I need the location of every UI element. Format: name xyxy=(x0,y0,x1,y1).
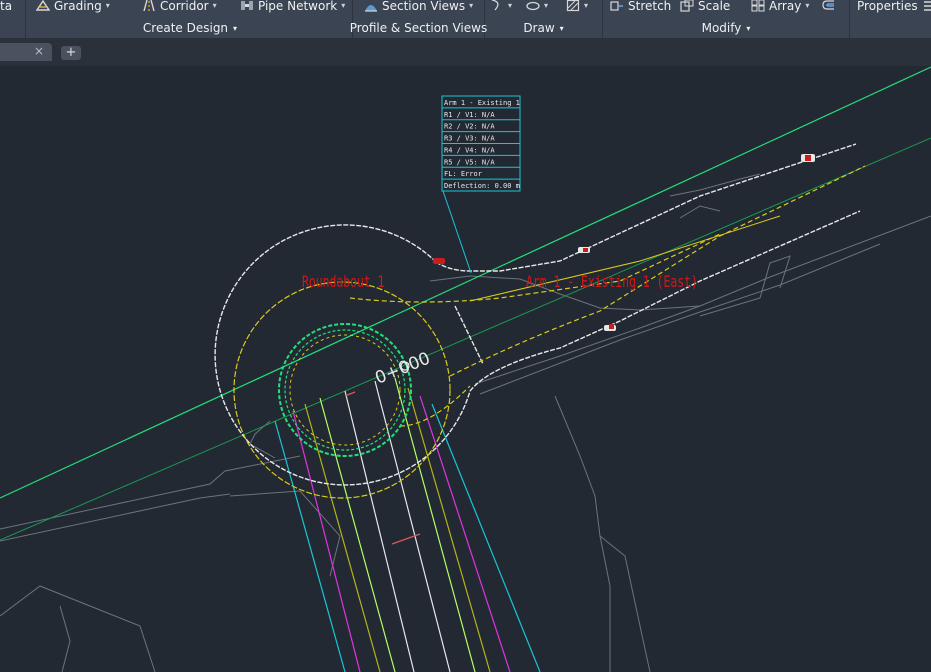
array-button[interactable]: Array ▾ xyxy=(751,0,809,14)
chevron-down-icon[interactable]: ▾ xyxy=(233,24,237,33)
section-views-button[interactable]: Section Views ▾ xyxy=(364,0,473,14)
offset-button[interactable] xyxy=(822,0,836,14)
label-table-row: R1 / V1: N/A xyxy=(444,111,495,119)
draw-polyline-tool[interactable]: ▾ xyxy=(490,0,512,14)
panel-profile-section-label: Profile & Section Views xyxy=(349,21,488,35)
label-table-row: R5 / V5: N/A xyxy=(444,158,495,166)
polyline-icon xyxy=(491,0,499,11)
label-leader-line xyxy=(441,187,472,274)
stretch-button[interactable]: Stretch xyxy=(610,0,671,14)
corridor-label: Corridor xyxy=(160,0,209,13)
pipe-network-label: Pipe Network xyxy=(258,0,338,13)
hatch-icon xyxy=(566,0,580,12)
pipe-network-button[interactable]: Pipe Network ▾ xyxy=(240,0,345,14)
label-table-row: R3 / V3: N/A xyxy=(444,135,495,143)
existing-gray-linework xyxy=(0,173,931,672)
array-label: Array xyxy=(769,0,802,13)
document-tab[interactable]: × xyxy=(0,43,52,61)
document-tab-bar: × + xyxy=(0,38,931,66)
chevron-down-icon[interactable]: ▾ xyxy=(560,24,564,33)
chevron-down-icon[interactable]: ▾ xyxy=(746,24,750,33)
label-table-row: Arm 1 - Existing 1 xyxy=(444,99,520,107)
label-table-row: FL: Error xyxy=(444,170,482,178)
properties-button[interactable]: Properties xyxy=(857,0,931,14)
chevron-down-icon[interactable]: ▾ xyxy=(213,1,217,10)
offset-icon xyxy=(822,0,834,10)
grading-button[interactable]: Grading ▾ xyxy=(36,0,110,14)
chevron-down-icon[interactable]: ▾ xyxy=(508,1,512,10)
scale-button[interactable]: Scale xyxy=(680,0,730,14)
ribbon-partial-button[interactable]: ta xyxy=(0,0,12,14)
corridor-icon xyxy=(143,0,155,12)
chevron-down-icon[interactable]: ▾ xyxy=(584,1,588,10)
panel-modify-label: Modify xyxy=(701,21,742,35)
chevron-down-icon[interactable]: ▾ xyxy=(544,1,548,10)
stretch-icon xyxy=(610,1,623,11)
arm-label-table[interactable]: Arm 1 - Existing 1 R1 / V1: N/A R2 / V2: N… xyxy=(441,95,521,192)
grading-icon xyxy=(36,0,50,11)
ribbon: ta Grading ▾ Corridor ▾ Pipe Network ▾ S… xyxy=(0,0,931,38)
section-views-icon xyxy=(365,5,377,12)
array-icon xyxy=(751,0,765,12)
panel-draw[interactable]: Draw ▾ xyxy=(485,19,602,37)
new-tab-button[interactable]: + xyxy=(61,46,81,60)
central-island xyxy=(278,323,412,457)
panel-create-design-label: Create Design xyxy=(142,21,229,35)
roundabout-label: Roundabout 1 xyxy=(302,273,385,291)
red-stub-mark xyxy=(344,391,356,397)
stretch-label: Stretch xyxy=(628,0,672,13)
scale-label: Scale xyxy=(698,0,731,13)
chevron-down-icon[interactable]: ▾ xyxy=(106,1,110,10)
arm-label: Arm 1 - Existing 1 (East) xyxy=(526,273,698,291)
corridor-button[interactable]: Corridor ▾ xyxy=(142,0,217,14)
label-table-row: Deflection: 0.00 m xyxy=(444,182,520,190)
panel-draw-label: Draw xyxy=(523,21,555,35)
offset-lines xyxy=(274,377,541,672)
panel-modify[interactable]: Modify ▾ xyxy=(603,19,849,37)
chevron-down-icon[interactable]: ▾ xyxy=(805,1,809,10)
draw-ellipse-tool[interactable]: ▾ xyxy=(526,0,548,14)
section-views-label: Section Views xyxy=(382,0,466,13)
chevron-down-icon[interactable]: ▾ xyxy=(469,1,473,10)
grading-label: Grading xyxy=(54,0,102,13)
label-table-row: R4 / V4: N/A xyxy=(444,146,495,154)
scale-icon xyxy=(680,0,694,12)
close-icon[interactable]: × xyxy=(34,44,44,58)
drawing-viewport[interactable]: Arm 1 - Existing 1 R1 / V1: N/A R2 / V2: N… xyxy=(0,66,931,672)
ellipse-icon xyxy=(526,1,540,11)
label-table-row: R2 / V2: N/A xyxy=(444,123,495,131)
properties-icon xyxy=(923,1,931,11)
draw-hatch-tool[interactable]: ▾ xyxy=(566,0,588,14)
ribbon-partial-label: ta xyxy=(0,0,13,13)
properties-label: Properties xyxy=(857,0,918,13)
drawing-canvas[interactable]: Arm 1 - Existing 1 R1 / V1: N/A R2 / V2: N… xyxy=(0,66,931,672)
panel-profile-section-views: Profile & Section Views xyxy=(349,19,488,37)
ribbon-separator xyxy=(849,0,850,38)
chevron-down-icon[interactable]: ▾ xyxy=(341,1,345,10)
panel-create-design[interactable]: Create Design ▾ xyxy=(130,19,250,37)
ribbon-separator xyxy=(25,0,26,38)
pipe-network-icon xyxy=(241,1,253,10)
